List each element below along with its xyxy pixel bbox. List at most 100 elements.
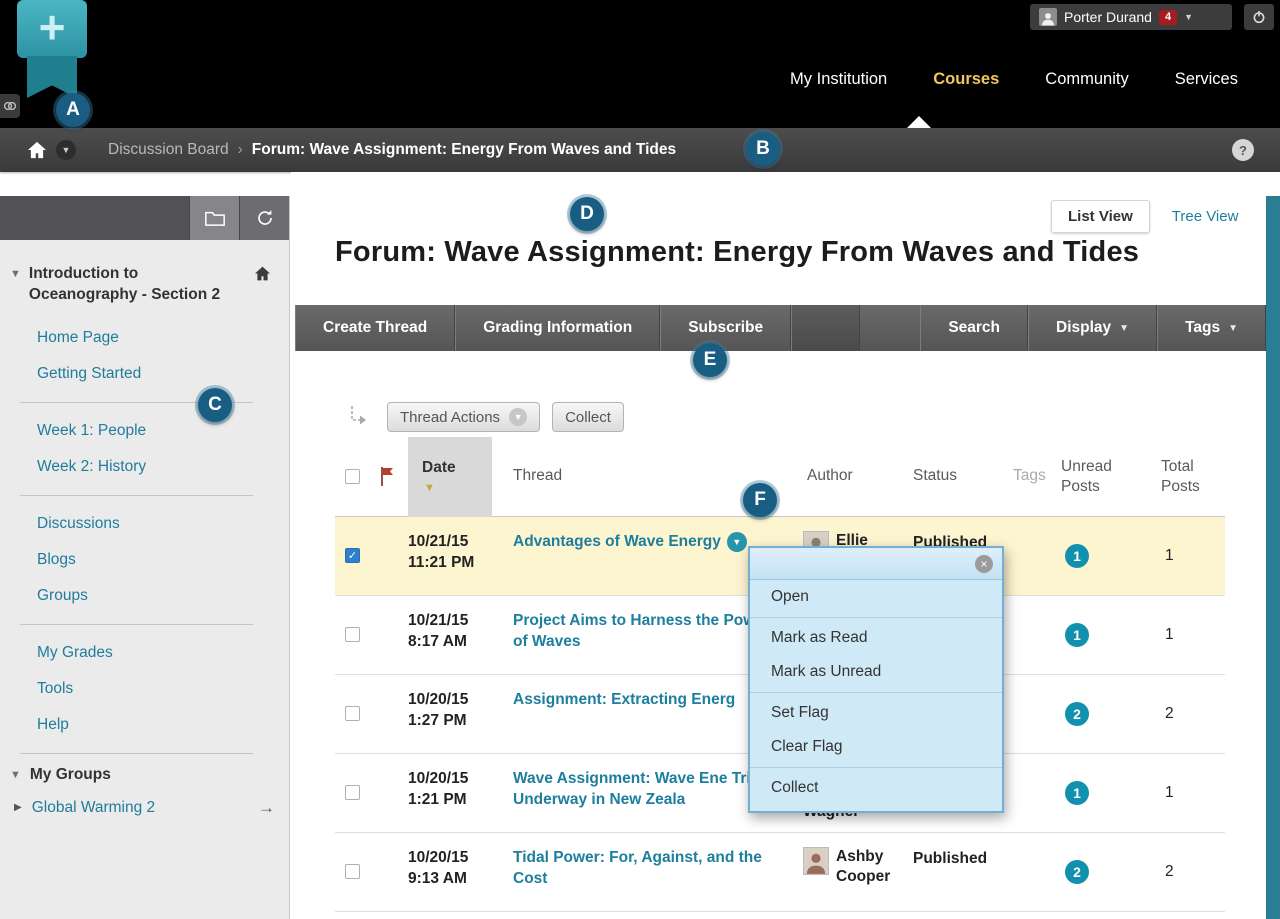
open-group-arrow[interactable]: → (258, 798, 275, 818)
logout-button[interactable] (1244, 4, 1274, 30)
expand-arrow-icon[interactable]: ▶ (14, 802, 22, 813)
sidebar-item-discussions[interactable]: Discussions (0, 506, 289, 542)
thread-author: Ashby Cooper (803, 847, 907, 887)
menu-item-mark-as-unread[interactable]: Mark as Unread (750, 655, 1002, 689)
select-all-checkbox[interactable] (345, 469, 360, 484)
list-view-button[interactable]: List View (1051, 200, 1150, 233)
user-menu[interactable]: Porter Durand 4 ▼ (1030, 4, 1232, 30)
sidebar-item-week-1-people[interactable]: Week 1: People (0, 413, 289, 449)
unread-posts-badge[interactable]: 1 (1065, 623, 1089, 647)
collect-button[interactable]: Collect (552, 402, 624, 432)
collapse-arrow-icon[interactable]: ▼ (10, 268, 21, 280)
grading-information-button[interactable]: Grading Information (455, 305, 660, 351)
course-title-line2: Oceanography - Section 2 (29, 286, 220, 303)
my-groups-section: ▼ My Groups ▶ Global Warming 2 → (0, 766, 289, 818)
group-row: ▶ Global Warming 2 → (14, 798, 275, 818)
tab-services[interactable]: Services (1175, 70, 1238, 89)
collect-label: Collect (565, 409, 611, 426)
thread-date: 10/20/15 9:13 AM (408, 848, 500, 890)
row-checkbox[interactable] (345, 785, 360, 800)
sidebar-divider (20, 495, 253, 496)
sidebar-item-blogs[interactable]: Blogs (0, 542, 289, 578)
home-icon[interactable] (24, 138, 50, 162)
thread-actions-button[interactable]: Thread Actions ▼ (387, 402, 540, 432)
column-header-author[interactable]: Author (807, 467, 853, 485)
close-icon[interactable]: × (975, 555, 993, 573)
menu-item-set-flag[interactable]: Set Flag (750, 696, 1002, 730)
column-header-tags[interactable]: Tags (1013, 467, 1046, 485)
unread-posts-badge[interactable]: 1 (1065, 781, 1089, 805)
date-text: 10/21/15 (408, 533, 468, 550)
author-name: Ashby Cooper (836, 847, 907, 887)
collapse-arrow-icon[interactable]: ▼ (10, 769, 21, 781)
tab-courses[interactable]: Courses (933, 70, 999, 89)
sidebar-item-home-page[interactable]: Home Page (0, 320, 289, 356)
thread-date: 10/21/15 11:21 PM (408, 532, 500, 574)
course-home-icon[interactable] (254, 266, 271, 281)
thread-link[interactable]: Tidal Power: For, Against, and the Cost (513, 848, 775, 890)
breadcrumb-current: Forum: Wave Assignment: Energy From Wave… (252, 141, 676, 159)
time-text: 9:13 AM (408, 870, 467, 887)
menu-item-collect[interactable]: Collect (750, 771, 1002, 805)
breadcrumb-expand-button[interactable]: ▼ (56, 140, 76, 160)
sidebar-item-help[interactable]: Help (0, 707, 289, 743)
chevron-down-icon: ▼ (1184, 12, 1193, 22)
sidebar-item-my-grades[interactable]: My Grades (0, 635, 289, 671)
menu-item-open[interactable]: Open (750, 580, 1002, 614)
create-thread-button[interactable]: Create Thread (295, 305, 455, 351)
tab-community[interactable]: Community (1045, 70, 1128, 89)
user-name: Porter Durand (1064, 9, 1152, 25)
unread-posts-badge[interactable]: 2 (1065, 860, 1089, 884)
page-title: Forum: Wave Assignment: Energy From Wave… (335, 236, 1139, 269)
unread-posts-badge[interactable]: 1 (1065, 544, 1089, 568)
chevron-down-icon: ▼ (509, 408, 527, 426)
sidebar-item-getting-started[interactable]: Getting Started (0, 356, 289, 392)
column-header-status[interactable]: Status (913, 467, 957, 485)
sidebar-item-global-warming-2[interactable]: Global Warming 2 (32, 799, 258, 817)
tags-label: Tags (1185, 319, 1220, 337)
thread-link[interactable]: Project Aims to Harness the Power of Wav… (513, 611, 775, 653)
annotation-d: D (570, 197, 604, 231)
column-header-date[interactable]: Date ▼ (408, 437, 492, 517)
thread-date: 10/21/15 8:17 AM (408, 611, 500, 653)
my-groups-header[interactable]: ▼ My Groups (10, 766, 289, 784)
thread-link[interactable]: Advantages of Wave Energy ▼ (513, 532, 775, 553)
course-menu-links: Home Page Getting Started Week 1: People… (0, 320, 289, 754)
refresh-button[interactable] (239, 196, 289, 240)
tab-my-institution[interactable]: My Institution (790, 70, 887, 89)
course-title[interactable]: Introduction to Oceanography - Section 2 (29, 264, 248, 306)
link-icon[interactable] (0, 94, 20, 118)
total-posts: 2 (1165, 863, 1174, 881)
search-button[interactable]: Search (920, 305, 1028, 351)
column-header-total-posts[interactable]: Total Posts (1161, 457, 1211, 497)
unread-posts-badge[interactable]: 2 (1065, 702, 1089, 726)
breadcrumb-discussion-board[interactable]: Discussion Board (108, 141, 229, 159)
date-header-label: Date (422, 459, 456, 477)
notification-badge[interactable]: 4 (1159, 10, 1177, 25)
tags-menu-button[interactable]: Tags ▼ (1157, 305, 1266, 351)
row-checkbox[interactable] (345, 706, 360, 721)
sidebar-item-groups[interactable]: Groups (0, 578, 289, 614)
tree-view-link[interactable]: Tree View (1172, 208, 1239, 225)
folder-view-button[interactable] (189, 196, 239, 240)
sidebar-item-week-2-history[interactable]: Week 2: History (0, 449, 289, 485)
thread-title[interactable]: Advantages of Wave Energy (513, 533, 721, 550)
subscribe-button[interactable]: Subscribe (660, 305, 791, 351)
annotation-a: A (56, 93, 90, 127)
sort-desc-icon[interactable]: ▼ (424, 482, 435, 494)
sidebar-item-tools[interactable]: Tools (0, 671, 289, 707)
thread-date: 10/20/15 1:21 PM (408, 769, 500, 811)
column-header-thread[interactable]: Thread (513, 467, 562, 485)
row-checkbox[interactable]: ✓ (345, 548, 360, 563)
help-button[interactable]: ? (1232, 139, 1254, 161)
column-header-unread-posts[interactable]: Unread Posts (1061, 457, 1121, 497)
menu-item-clear-flag[interactable]: Clear Flag (750, 730, 1002, 764)
thread-options-button[interactable]: ▼ (727, 532, 747, 552)
add-module-tab[interactable]: + (17, 0, 87, 58)
thread-link[interactable]: Assignment: Extracting Energ (513, 690, 775, 711)
row-checkbox[interactable] (345, 627, 360, 642)
menu-item-mark-as-read[interactable]: Mark as Read (750, 621, 1002, 655)
row-checkbox[interactable] (345, 864, 360, 879)
display-menu-button[interactable]: Display ▼ (1028, 305, 1157, 351)
thread-link[interactable]: Wave Assignment: Wave Ene Trials Underwa… (513, 769, 775, 811)
